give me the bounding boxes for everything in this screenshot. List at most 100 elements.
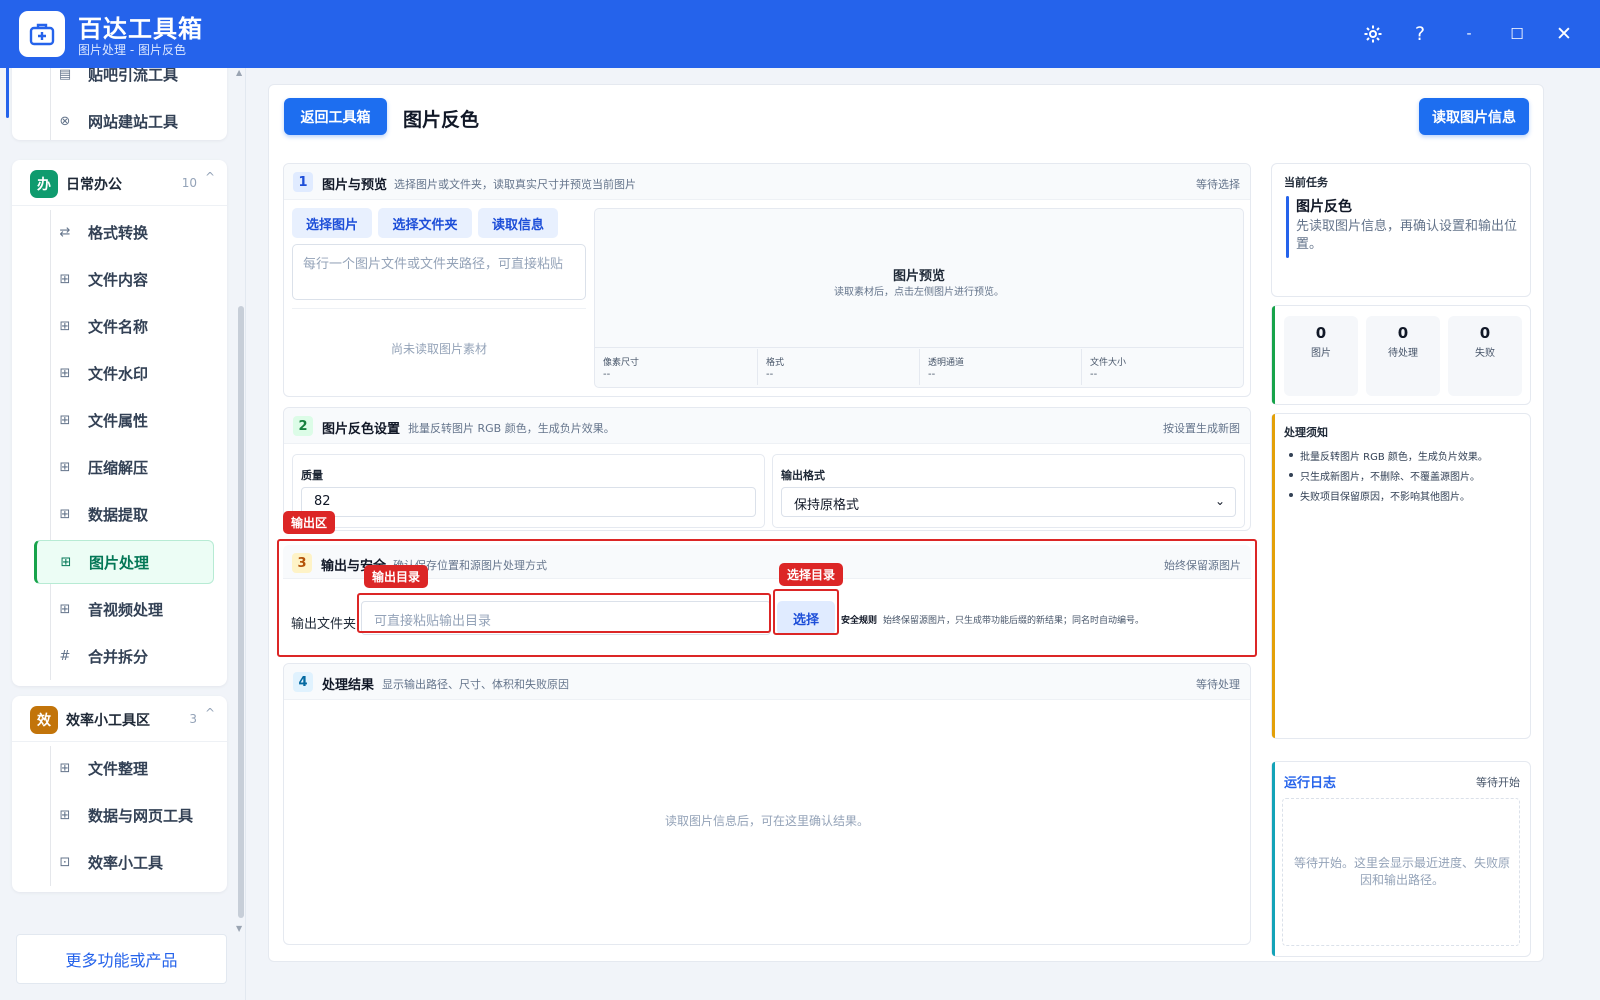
meta-file-size: 文件大小 -- — [1081, 349, 1243, 385]
group-count: 10 — [181, 176, 197, 190]
section-image-preview: 1 图片与预览 选择图片或文件夹，读取真实尺寸并预览当前图片 等待选择 选择图片… — [283, 163, 1251, 397]
choose-dir-highlight — [773, 589, 839, 635]
annotation-output-area: 输出区 — [283, 511, 336, 534]
notice-item: 批量反转图片 RGB 颜色，生成负片效果。 — [1284, 448, 1524, 463]
grid-icon: ⊞ — [60, 554, 72, 570]
grid-icon: ⊞ — [59, 459, 71, 475]
sidebar-item-file-watermark[interactable]: ⊞ 文件水印 — [36, 351, 216, 395]
group-name: 效率小工具区 — [66, 713, 150, 729]
sidebar-item-audio-video[interactable]: ⊞ 音视频处理 — [36, 587, 216, 631]
section-title: 图片反色设置 — [322, 422, 401, 437]
section-status: 等待处理 — [1196, 678, 1240, 691]
section-header: 1 图片与预览 选择图片或文件夹，读取真实尺寸并预览当前图片 等待选择 — [284, 164, 1250, 200]
group-badge: 效 — [30, 706, 58, 734]
notice-item: 只生成新图片，不删除、不覆盖源图片。 — [1284, 468, 1524, 483]
group-name: 日常办公 — [66, 177, 122, 193]
log-empty-text: 等待开始。这里会显示最近进度、失败原因和输出路径。 — [1293, 856, 1510, 887]
sidebar-item-data-web[interactable]: ⊞ 数据与网页工具 — [36, 793, 216, 837]
close-button[interactable]: ✕ — [1550, 20, 1578, 48]
globe-icon: ⊗ — [59, 113, 71, 129]
app-breadcrumb: 图片处理 - 图片反色 — [78, 43, 186, 57]
read-info-button[interactable]: 读取信息 — [478, 208, 558, 238]
sidebar-item-file-name[interactable]: ⊞ 文件名称 — [36, 304, 216, 348]
grid-icon: ⊞ — [59, 318, 71, 334]
group-header-efficiency[interactable]: 效 效率小工具区 3 ^ — [12, 696, 227, 742]
sidebar-item-file-attributes[interactable]: ⊞ 文件属性 — [36, 398, 216, 442]
section-invert-settings: 2 图片反色设置 批量反转图片 RGB 颜色，生成负片效果。 按设置生成新图 质… — [283, 407, 1251, 531]
empty-materials-text: 尚未读取图片素材 — [390, 342, 487, 356]
quality-input[interactable]: 82 — [301, 487, 756, 517]
select-image-button[interactable]: 选择图片 — [292, 208, 372, 238]
toolbox-icon: ⊡ — [59, 854, 71, 870]
task-title: 图片反色 — [1296, 199, 1352, 215]
output-format-field: 输出格式 保持原格式 ⌄ — [772, 454, 1245, 528]
section-status: 等待选择 — [1196, 178, 1240, 191]
quality-field: 质量 82 — [292, 454, 765, 528]
sidebar-item-image-processing[interactable]: ⊞ 图片处理 — [34, 540, 214, 584]
sidebar-item-format-convert[interactable]: ⇄ 格式转换 — [36, 210, 216, 254]
gear-icon[interactable] — [1359, 20, 1387, 48]
minimize-button[interactable]: - — [1455, 20, 1483, 48]
scroll-down-arrow[interactable]: ▼ — [236, 924, 242, 933]
hash-icon: # — [59, 648, 71, 664]
group-badge: 办 — [30, 170, 58, 198]
image-preview-area: 图片预览 读取素材后，点击左侧图片进行预览。 像素尺寸 -- 格式 -- 透明通… — [594, 208, 1244, 388]
preview-title: 图片预览 — [892, 269, 945, 284]
grid-icon: ⊞ — [59, 807, 71, 823]
sidebar-item-compress[interactable]: ⊞ 压缩解压 — [36, 445, 216, 489]
chevron-down-icon: ⌄ — [1214, 494, 1225, 508]
task-label: 当前任务 — [1284, 176, 1328, 189]
sidebar: ▲ ▼ ▤ 贴吧引流工具 ⊗ 网站建站工具 办 日常办公 10 ^ ⇄ 格式转换… — [0, 68, 246, 1000]
title-bar: 百达工具箱 图片处理 - 图片反色 ? - ☐ ✕ — [0, 0, 1600, 68]
section-header: 4 处理结果 显示输出路径、尺寸、体积和失败原因 等待处理 — [284, 664, 1250, 700]
section-results: 4 处理结果 显示输出路径、尺寸、体积和失败原因 等待处理 读取图片信息后，可在… — [283, 663, 1251, 945]
maximize-button[interactable]: ☐ — [1503, 20, 1531, 48]
results-empty-text: 读取图片信息后，可在这里确认结果。 — [664, 814, 869, 828]
run-log-card: 运行日志 等待开始 等待开始。这里会显示最近进度、失败原因和输出路径。 — [1271, 761, 1531, 957]
log-status: 等待开始 — [1476, 776, 1520, 789]
meta-pixel-size: 像素尺寸 -- — [603, 358, 640, 380]
sidebar-item-merge-split[interactable]: # 合并拆分 — [36, 634, 216, 678]
group-header-office[interactable]: 办 日常办公 10 ^ — [12, 160, 227, 206]
preview-description: 读取素材后，点击左侧图片进行预览。 — [834, 287, 1004, 298]
sidebar-group-office: 办 日常办公 10 ^ ⇄ 格式转换 ⊞ 文件内容 ⊞ 文件名称 ⊞ 文件水印 … — [12, 160, 227, 686]
section-header: 2 图片反色设置 批量反转图片 RGB 颜色，生成负片效果。 按设置生成新图 — [284, 408, 1250, 444]
grid-icon: ⊞ — [59, 412, 71, 428]
path-input[interactable]: 每行一个图片文件或文件夹路径，可直接粘贴 — [292, 244, 586, 300]
log-title: 运行日志 — [1284, 776, 1337, 791]
stat-images: 0 图片 — [1284, 316, 1358, 396]
select-folder-button[interactable]: 选择文件夹 — [378, 208, 472, 238]
section-number: 1 — [293, 172, 313, 192]
stats-card: 0 图片 0 待处理 0 失败 — [1271, 305, 1531, 405]
read-image-info-button[interactable]: 读取图片信息 — [1419, 98, 1529, 135]
grid-icon: ⊞ — [59, 760, 71, 776]
sidebar-item-data-extract[interactable]: ⊞ 数据提取 — [36, 492, 216, 536]
sidebar-scrollbar[interactable] — [238, 306, 244, 918]
section-title: 处理结果 — [322, 678, 375, 693]
sidebar-item-efficiency-tools[interactable]: ⊡ 效率小工具 — [36, 840, 216, 884]
more-products-button[interactable]: 更多功能或产品 — [16, 934, 227, 984]
scroll-up-arrow[interactable]: ▲ — [236, 68, 242, 77]
help-button[interactable]: ? — [1406, 20, 1434, 48]
output-dir-highlight — [357, 593, 771, 633]
back-to-toolbox-button[interactable]: 返回工具箱 — [284, 98, 387, 135]
stat-failed: 0 失败 — [1448, 316, 1522, 396]
sidebar-item-file-organize[interactable]: ⊞ 文件整理 — [36, 746, 216, 790]
meta-format: 格式 -- — [757, 349, 919, 385]
main-panel: 返回工具箱 图片反色 读取图片信息 1 图片与预览 选择图片或文件夹，读取真实尺… — [268, 84, 1544, 962]
chevron-up-icon[interactable]: ^ — [205, 706, 215, 720]
section-status: 按设置生成新图 — [1163, 422, 1240, 435]
grid-icon: ⊞ — [59, 506, 71, 522]
sidebar-item-website[interactable]: ⊗ 网站建站工具 — [36, 99, 216, 143]
swap-icon: ⇄ — [59, 224, 71, 240]
sidebar-item-file-content[interactable]: ⊞ 文件内容 — [36, 257, 216, 301]
log-output[interactable]: 等待开始。这里会显示最近进度、失败原因和输出路径。 — [1282, 798, 1520, 946]
toolbox-logo-icon — [19, 11, 65, 57]
output-format-select[interactable]: 保持原格式 ⌄ — [781, 487, 1236, 517]
sidebar-group-marketing: ▤ 贴吧引流工具 ⊗ 网站建站工具 — [6, 68, 227, 143]
notice-item: 失败项目保留原因，不影响其他图片。 — [1284, 488, 1524, 503]
meta-alpha: 透明通道 -- — [919, 349, 1081, 385]
sidebar-item-tieba[interactable]: ▤ 贴吧引流工具 — [36, 68, 216, 96]
page-title: 图片反色 — [403, 109, 480, 131]
chevron-up-icon[interactable]: ^ — [205, 170, 215, 184]
